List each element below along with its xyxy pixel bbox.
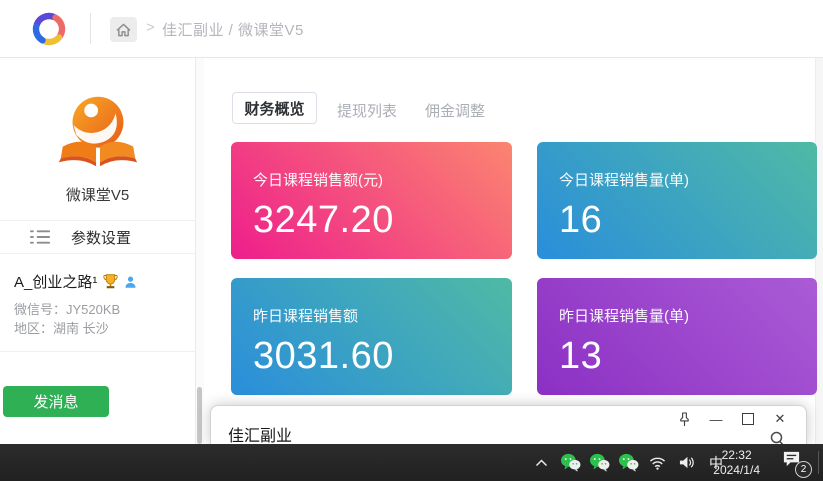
windows-taskbar: 中 22:32 2024/1/4 2 <box>0 444 823 481</box>
wechat-icon[interactable] <box>618 451 639 475</box>
stat-label: 昨日课程销售量(单) <box>559 305 817 326</box>
tab-commission-adjust[interactable]: 佣金调整 <box>425 100 485 121</box>
today-sales-amount-card: 今日课程销售额(元) 3247.20 <box>231 142 512 259</box>
pin-icon <box>678 412 691 427</box>
list-settings-icon <box>30 229 51 245</box>
jiahui-window[interactable]: 佳汇副业 — ✕ <box>210 405 807 445</box>
app-name: 微课堂V5 <box>0 184 195 205</box>
tray-overflow-button[interactable] <box>531 451 552 475</box>
breadcrumb-chevron-icon: > <box>146 19 155 36</box>
show-desktop-divider[interactable] <box>818 451 819 474</box>
stat-label: 今日课程销售量(单) <box>559 169 817 190</box>
sidebar-item-label: 参数设置 <box>71 227 131 248</box>
yesterday-sales-count-card: 昨日课程销售量(单) 13 <box>537 278 817 395</box>
window-title: 佳汇副业 <box>228 422 292 446</box>
today-sales-count-card: 今日课程销售量(单) 16 <box>537 142 817 259</box>
stat-value: 16 <box>559 199 817 242</box>
minimize-icon: — <box>710 412 723 427</box>
wechat-icon[interactable] <box>560 451 581 475</box>
app-logo-swirl-icon <box>27 7 71 51</box>
pin-window-button[interactable] <box>668 408 700 430</box>
clock-date: 2024/1/4 <box>713 463 760 478</box>
clock-time: 22:32 <box>713 448 760 463</box>
minimize-button[interactable]: — <box>700 408 732 430</box>
notification-center-button[interactable]: 2 <box>781 450 809 476</box>
stat-label: 今日课程销售额(元) <box>253 169 512 190</box>
stat-value: 3247.20 <box>253 199 512 242</box>
home-icon <box>116 23 131 37</box>
taskbar-clock[interactable]: 22:32 2024/1/4 <box>713 448 760 478</box>
top-header: > 佳汇副业 / 微课堂V5 <box>0 0 823 58</box>
wecourse-logo-icon <box>51 88 145 174</box>
sidebar-scrollbar-thumb[interactable] <box>197 387 202 444</box>
user-region: 地区：湖南 长沙 <box>14 318 109 337</box>
close-button[interactable]: ✕ <box>764 408 796 430</box>
wechat-icon[interactable] <box>589 451 610 475</box>
stat-value: 3031.60 <box>253 335 512 378</box>
stat-label: 昨日课程销售额 <box>253 305 512 326</box>
stat-value: 13 <box>559 335 817 378</box>
sidebar: 微课堂V5 参数设置 A_创业之路¹ 微信号：JY520KB 地区：湖南 长沙 … <box>0 58 196 444</box>
user-nickname: A_创业之路¹ <box>14 271 97 292</box>
header-divider <box>90 13 91 44</box>
user-wechat-id: 微信号：JY520KB <box>14 299 120 318</box>
notification-count-badge: 2 <box>795 461 812 478</box>
sidebar-divider <box>0 351 195 352</box>
wifi-icon[interactable] <box>647 451 668 475</box>
system-tray: 中 <box>531 444 727 481</box>
window-controls: — ✕ <box>668 408 796 430</box>
stat-cards-grid: 今日课程销售额(元) 3247.20 今日课程销售量(单) 16 昨日课程销售额… <box>231 142 817 395</box>
tab-withdraw-list[interactable]: 提现列表 <box>337 100 397 121</box>
maximize-button[interactable] <box>732 408 764 430</box>
trophy-icon <box>102 273 119 290</box>
close-icon: ✕ <box>775 411 786 427</box>
tab-finance-overview[interactable]: 财务概览 <box>232 92 317 124</box>
home-button[interactable] <box>110 17 137 42</box>
member-person-icon <box>124 275 137 289</box>
chevron-up-icon <box>535 459 548 467</box>
send-message-button[interactable]: 发消息 <box>3 386 109 417</box>
sidebar-item-settings[interactable]: 参数设置 <box>0 220 195 254</box>
volume-icon[interactable] <box>676 451 697 475</box>
maximize-icon <box>742 413 754 425</box>
breadcrumb: 佳汇副业 / 微课堂V5 <box>162 19 304 40</box>
user-name-row: A_创业之路¹ <box>14 271 137 292</box>
yesterday-sales-amount-card: 昨日课程销售额 3031.60 <box>231 278 512 395</box>
